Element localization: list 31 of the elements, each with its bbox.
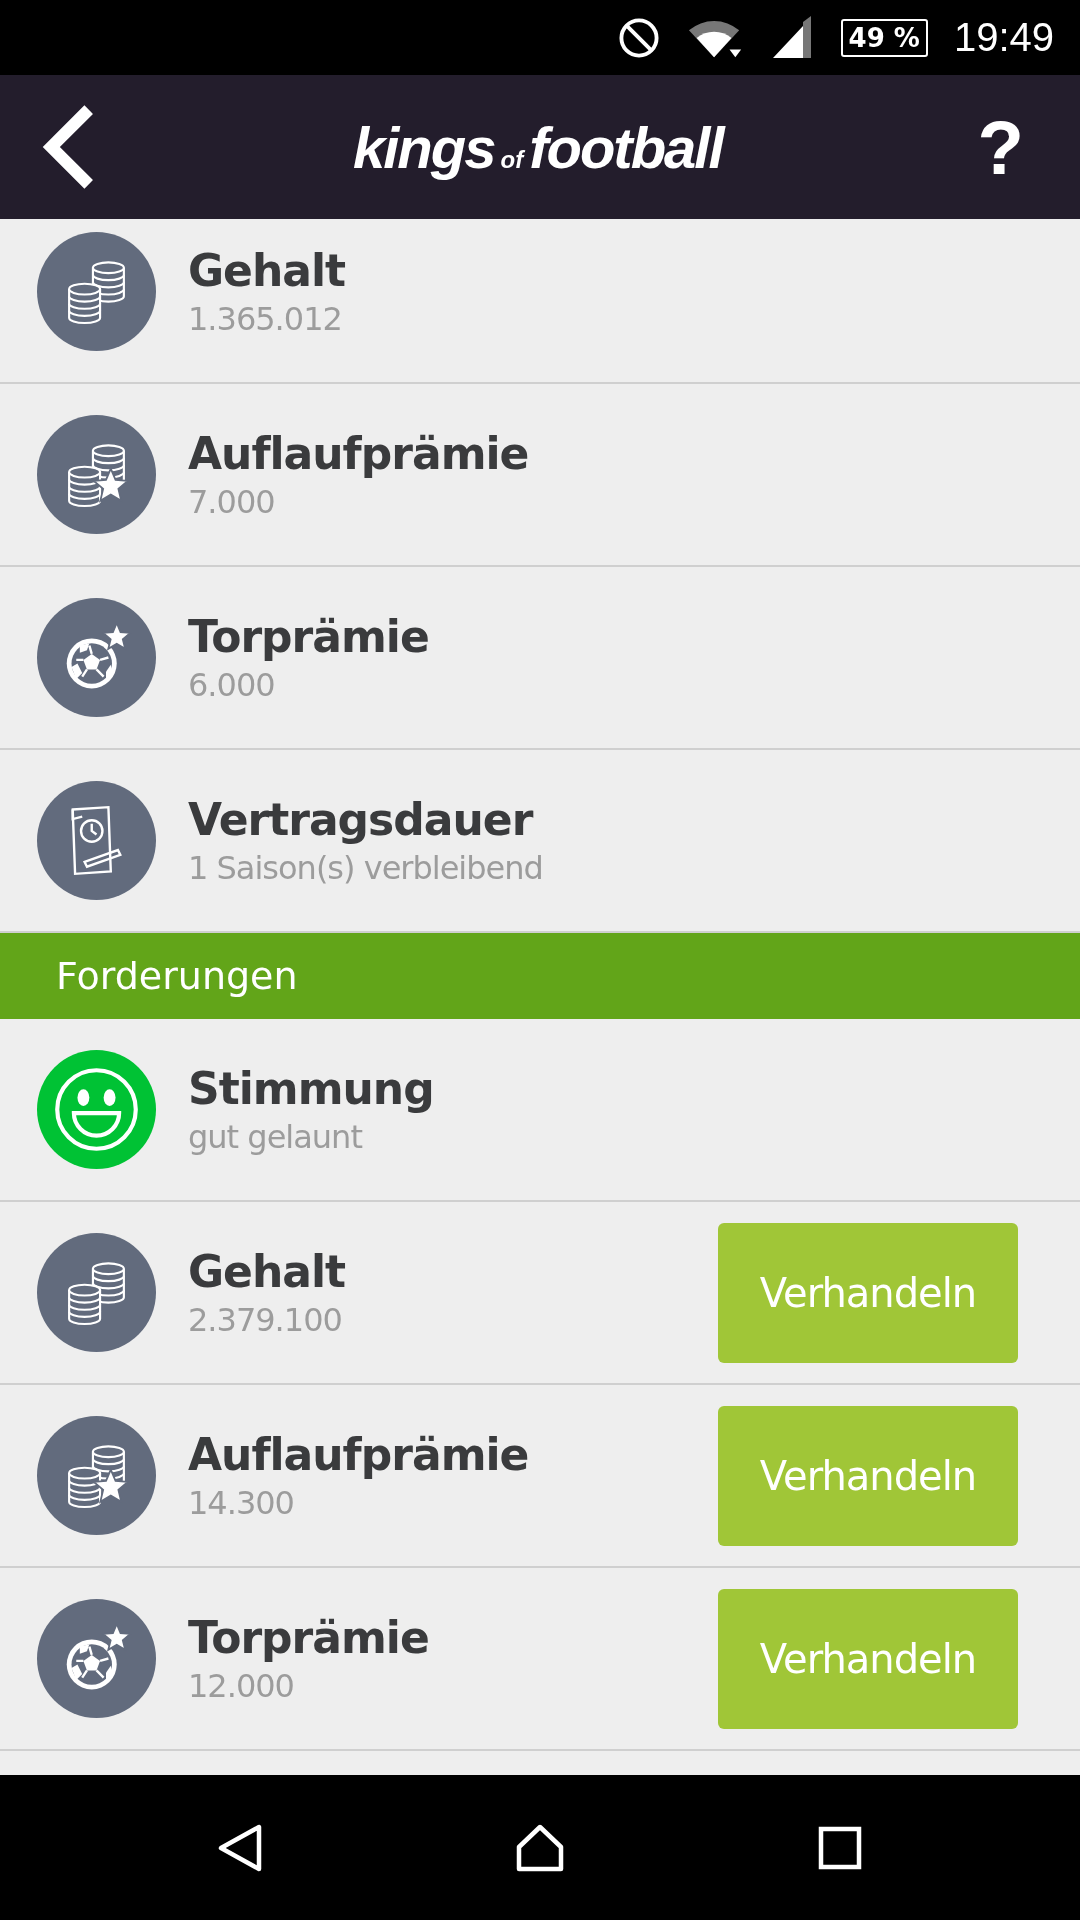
row-value: 1.365.012 <box>188 300 343 338</box>
row-value: gut gelaunt <box>188 1118 364 1156</box>
row-title: Stimmung <box>188 1063 435 1114</box>
negotiate-button[interactable]: Verhandeln <box>718 1588 1018 1729</box>
home-icon[interactable] <box>515 1822 565 1873</box>
row-value: 1 Saison(s) verbleibend <box>188 849 544 887</box>
row-title: Torprämie <box>188 1612 430 1663</box>
row-value: 14.300 <box>188 1484 295 1522</box>
row-value: 2.379.100 <box>188 1301 343 1339</box>
row-title: Vertragsdauer <box>188 794 535 845</box>
logo-text: of <box>500 145 524 174</box>
logo-text: kings <box>353 113 495 181</box>
clock: 19:49 <box>953 15 1054 60</box>
section-header: Forderungen <box>0 933 1080 1019</box>
row-title: Gehalt <box>188 245 347 296</box>
coins-icon <box>37 232 156 351</box>
logo-text: football <box>529 113 723 181</box>
row-title: Gehalt <box>188 1246 347 1297</box>
help-button[interactable]: ? <box>977 103 1024 191</box>
coins-icon <box>37 1233 156 1352</box>
row-value: 6.000 <box>188 666 276 704</box>
row-value: 7.000 <box>188 483 276 521</box>
document-clock-icon <box>37 781 156 900</box>
smiley-icon <box>37 1050 156 1169</box>
row-title: Torprämie <box>188 611 430 662</box>
row-value: 12.000 <box>188 1667 295 1705</box>
row-title: Auflaufprämie <box>188 1429 530 1480</box>
battery-indicator: 49 % <box>840 18 928 57</box>
negotiate-button[interactable]: Verhandeln <box>718 1222 1018 1363</box>
row-title: Auflaufprämie <box>188 428 530 479</box>
negotiate-button[interactable]: Verhandeln <box>718 1405 1018 1546</box>
